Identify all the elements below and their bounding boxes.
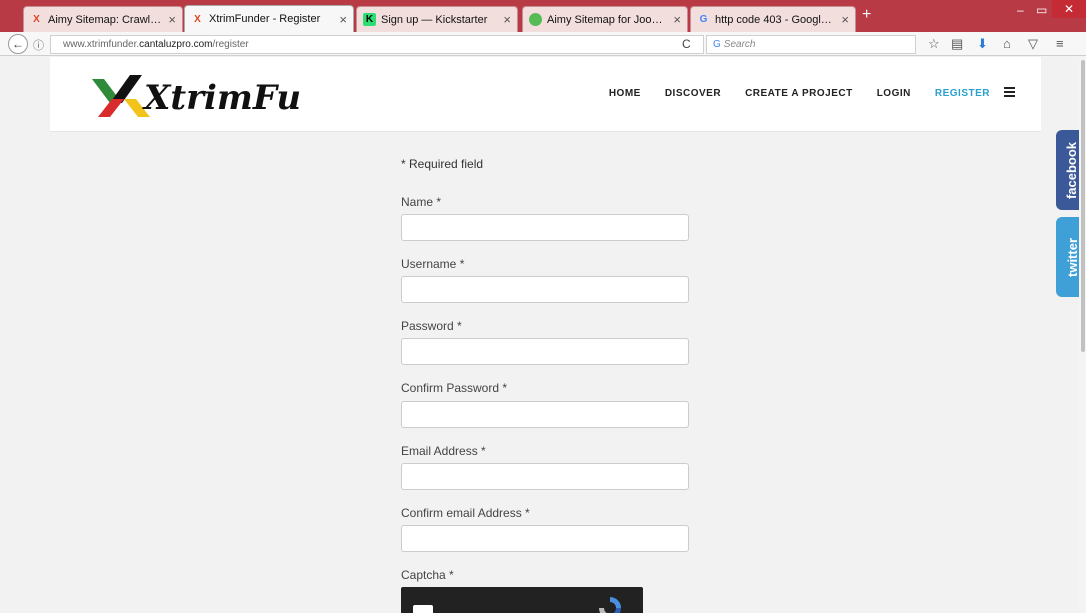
email-label: Email Address * (401, 444, 486, 458)
password-input[interactable] (401, 338, 689, 365)
menu-create-project[interactable]: CREATE A PROJECT (745, 88, 853, 99)
tab-aimy-sitemap[interactable]: X Aimy Sitemap: Crawl Web... × (23, 6, 183, 32)
hamburger-menu-icon[interactable] (1004, 87, 1015, 99)
bookmark-star-icon[interactable]: ☆ (928, 36, 940, 52)
captcha-label: Captcha * (401, 568, 454, 582)
confirm-email-label: Confirm email Address * (401, 506, 530, 520)
download-icon[interactable]: ⬇ (977, 36, 988, 52)
reload-icon[interactable]: C (682, 37, 691, 51)
close-tab-icon[interactable]: × (673, 12, 681, 27)
menu-home[interactable]: HOME (609, 88, 641, 99)
main-menu: HOME DISCOVER CREATE A PROJECT LOGIN REG… (585, 87, 1015, 99)
confirm-email-input[interactable] (401, 525, 689, 552)
svg-text:XtrimFunder: XtrimFunder (142, 78, 300, 118)
minimize-icon[interactable]: – (1017, 3, 1024, 17)
google-favicon-icon: G (699, 14, 708, 25)
xtrimfunder-logo[interactable]: XtrimFunder (90, 65, 300, 125)
site-header: XtrimFunder HOME DISCOVER CREATE A PROJE… (50, 57, 1041, 132)
reading-list-icon[interactable]: ▤ (951, 36, 963, 52)
close-tab-icon[interactable]: × (841, 12, 849, 27)
recaptcha-logo-icon (599, 597, 621, 613)
close-tab-icon[interactable]: × (168, 12, 176, 27)
site-info-icon[interactable]: ⓘ (33, 37, 44, 53)
confirm-password-label: Confirm Password * (401, 381, 508, 395)
aimy-favicon-icon (529, 13, 542, 26)
tab-xtrimfunder-register[interactable]: X XtrimFunder - Register × (184, 5, 354, 32)
search-engine-icon: G (713, 39, 721, 50)
window-close-icon[interactable]: ✕ (1052, 0, 1086, 18)
new-tab-icon[interactable]: + (862, 6, 871, 24)
username-label: Username * (401, 257, 465, 271)
menu-login[interactable]: LOGIN (877, 88, 911, 99)
navigation-toolbar: ← ⓘ www.xtrimfunder.cantaluzpro.com/regi… (0, 32, 1086, 56)
scrollbar-thumb[interactable] (1081, 60, 1085, 352)
home-icon[interactable]: ⌂ (1003, 36, 1011, 51)
recaptcha-widget (401, 587, 643, 613)
tab-strip: X Aimy Sitemap: Crawl Web... × X XtrimFu… (0, 0, 1086, 32)
register-form: * Required field Name * Username * Passw… (401, 157, 691, 613)
xtrim-favicon-icon: X (194, 13, 201, 25)
menu-icon[interactable]: ≡ (1056, 36, 1064, 51)
restore-icon[interactable]: ▭ (1036, 3, 1047, 17)
name-label: Name * (401, 195, 442, 209)
email-input[interactable] (401, 463, 689, 490)
tab-google-search[interactable]: G http code 403 - Google Se... × (690, 6, 856, 32)
menu-register[interactable]: REGISTER (935, 88, 990, 99)
kickstarter-favicon-icon: K (363, 13, 376, 26)
pocket-icon[interactable]: ▽ (1028, 36, 1038, 52)
name-input[interactable] (401, 214, 689, 241)
tab-kickstarter[interactable]: K Sign up — Kickstarter × (356, 6, 518, 32)
address-bar[interactable]: www.xtrimfunder.cantaluzpro.com/register (50, 35, 704, 54)
close-tab-icon[interactable]: × (339, 12, 347, 27)
menu-discover[interactable]: DISCOVER (665, 88, 721, 99)
search-input[interactable]: G Search (706, 35, 916, 54)
username-input[interactable] (401, 276, 689, 303)
tab-aimy-joomla[interactable]: Aimy Sitemap for Joomla! ... × (522, 6, 688, 32)
captcha-checkbox[interactable] (413, 605, 433, 613)
password-label: Password * (401, 319, 462, 333)
confirm-password-input[interactable] (401, 401, 689, 428)
page-content: XtrimFunder HOME DISCOVER CREATE A PROJE… (50, 57, 1041, 613)
xtrim-favicon-icon: X (33, 14, 40, 25)
close-tab-icon[interactable]: × (503, 12, 511, 27)
required-field-note: * Required field (401, 157, 484, 171)
back-arrow-icon[interactable]: ← (8, 34, 28, 54)
